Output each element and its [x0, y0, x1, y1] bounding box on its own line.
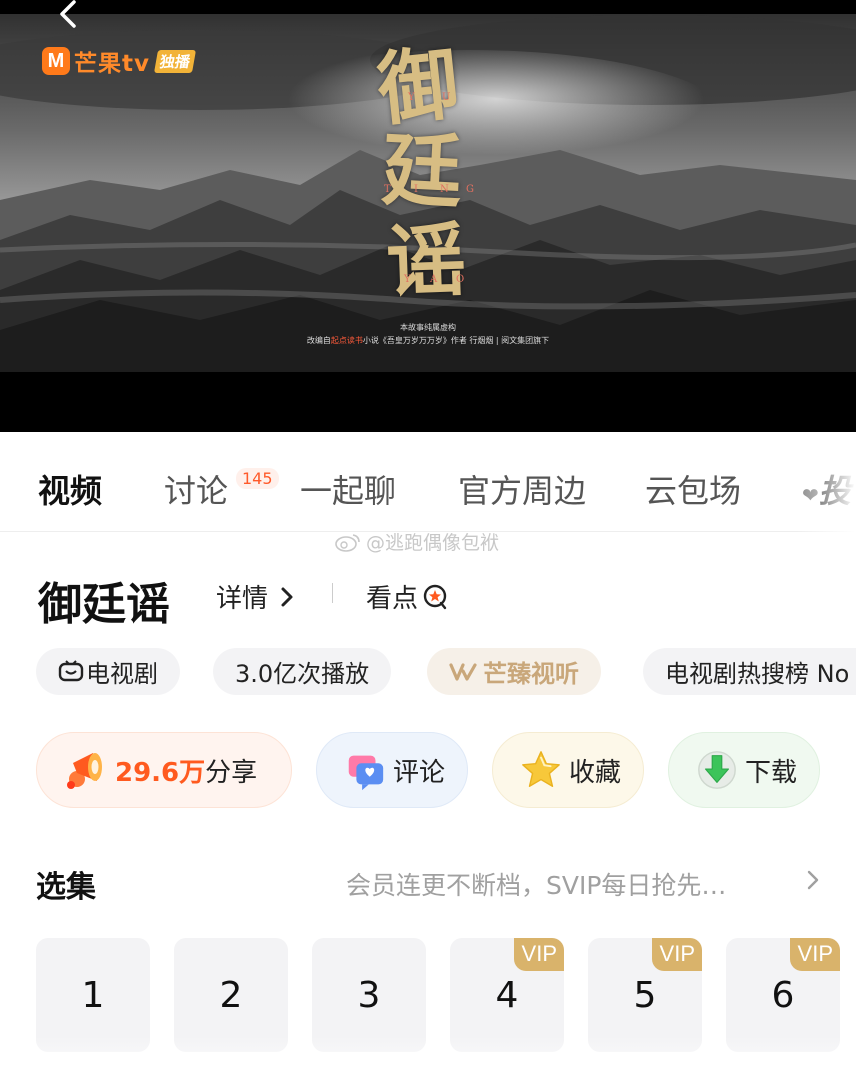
chevron-right-icon[interactable] — [806, 869, 820, 891]
tag-play-count[interactable]: 3.0亿次播放 — [213, 648, 392, 695]
comment-bubble-icon — [348, 755, 384, 791]
star-icon — [522, 751, 560, 787]
poster-disclaimer-line1: 本故事纯属虚构 — [400, 323, 456, 332]
pinyin-letter: I — [414, 184, 418, 195]
weibo-watermark: @逃跑偶像包袱 — [334, 528, 499, 555]
video-player[interactable]: M 芒果tv 独播 御 廷 谣 Y U T I N G Y A O 本故事纯属虚… — [0, 0, 856, 432]
comment-label: 评论 — [392, 757, 445, 788]
pinyin-letter: N — [440, 184, 449, 195]
pinyin-letter: Y — [404, 274, 411, 285]
pinyin-letter: Y — [408, 92, 415, 103]
tab-chat-together[interactable]: 一起聊 — [300, 466, 396, 512]
show-title: 御廷谣 — [38, 579, 170, 630]
episode-tile-1[interactable]: 1 — [36, 938, 150, 1052]
status-bar-area — [0, 0, 856, 14]
episode-number: 5 — [633, 974, 657, 1016]
calligraphy-char-3: 谣 — [384, 212, 468, 309]
download-arrow-icon — [698, 751, 736, 789]
tab-cloud-screening[interactable]: 云包场 — [645, 466, 741, 512]
mango-logo-mark: M — [42, 47, 70, 75]
episode-tile-5[interactable]: 5 VIP — [588, 938, 702, 1052]
poster-disclaimer-line2: 改编自起点读书小说《吾皇万岁万万岁》作者 行烟烟 | 阅文集团旗下 — [0, 335, 856, 346]
tab-video[interactable]: 视频 — [38, 466, 102, 512]
episodes-member-hint[interactable]: 会员连更不断档，SVIP每日抢先… — [346, 866, 726, 902]
episode-number: 2 — [219, 974, 243, 1016]
disclaimer-prefix: 改编自 — [306, 336, 331, 345]
episode-tile-6[interactable]: 6 VIP — [726, 938, 840, 1052]
favorite-button[interactable]: 收藏 — [492, 732, 644, 808]
download-label: 下载 — [744, 757, 797, 788]
details-link[interactable]: 详情 — [216, 578, 294, 615]
tag-mango-audiovisual[interactable]: 芒臻视听 — [427, 648, 601, 695]
share-count: 29.6万 — [115, 757, 206, 788]
episode-tile-2[interactable]: 2 — [174, 938, 288, 1052]
episodes-heading: 选集 — [36, 870, 96, 905]
vip-badge: VIP — [513, 938, 564, 971]
exclusive-badge: 独播 — [153, 49, 197, 73]
tab-discussion[interactable]: 讨论 — [164, 466, 228, 512]
tab-overflow-fade — [796, 432, 856, 532]
mangotv-logo: M 芒果tv 独播 — [42, 44, 197, 78]
share-button[interactable]: 29.6万 分享 — [36, 732, 292, 808]
calligraphy-char-1: 御 — [373, 35, 463, 138]
episode-tile-4[interactable]: 4 VIP — [450, 938, 564, 1052]
back-arrow-icon[interactable] — [54, 0, 86, 30]
favorite-label: 收藏 — [568, 757, 621, 788]
episode-number: 1 — [81, 974, 105, 1016]
megaphone-icon — [67, 753, 102, 789]
mango-logo-text: 芒果tv — [74, 51, 150, 77]
calligraphy-char-2: 廷 — [379, 121, 465, 220]
download-button[interactable]: 下载 — [668, 732, 820, 808]
tv-icon — [58, 659, 84, 681]
mango-vv-icon — [449, 662, 477, 681]
pinyin-letter: G — [466, 184, 474, 195]
highlights-star-bubble-icon — [423, 584, 447, 609]
content-tab-bar: 视频 讨论 145 一起聊 官方周边 云包场 ❤投 — [0, 432, 856, 532]
tab-official-merch[interactable]: 官方周边 — [458, 466, 586, 512]
title-divider — [332, 583, 333, 603]
episode-number: 6 — [771, 974, 795, 1016]
episode-number: 3 — [357, 974, 381, 1016]
pinyin-letter: T — [384, 184, 391, 195]
vip-badge: VIP — [651, 938, 702, 971]
tag-tv-series[interactable]: 电视剧 — [36, 648, 180, 695]
pinyin-letter: O — [456, 274, 465, 285]
share-label: 分享 — [205, 757, 258, 788]
chevron-right-icon — [281, 587, 293, 606]
details-label: 详情 — [216, 584, 269, 614]
episode-tile-3[interactable]: 3 — [312, 938, 426, 1052]
highlights-link[interactable]: 看点 — [366, 578, 448, 615]
pinyin-letter: A — [430, 274, 438, 285]
highlights-label: 看点 — [366, 584, 419, 614]
vip-badge: VIP — [789, 938, 840, 971]
disclaimer-suffix: 小说《吾皇万岁万万岁》作者 行烟烟 | 阅文集团旗下 — [362, 336, 550, 345]
tag-hot-search-rank[interactable]: 电视剧热搜榜 No — [643, 648, 856, 695]
weibo-icon — [335, 533, 360, 552]
tag-mango-audiovisual-label: 芒臻视听 — [483, 660, 579, 688]
comment-button[interactable]: 评论 — [316, 732, 468, 808]
watermark-text: @逃跑偶像包袱 — [366, 532, 500, 554]
pinyin-letter: U — [442, 92, 451, 103]
disclaimer-source: 起点读书 — [330, 336, 363, 345]
tag-tv-series-label: 电视剧 — [86, 660, 158, 688]
episode-number: 4 — [495, 974, 519, 1016]
discussion-count-badge: 145 — [236, 468, 279, 489]
